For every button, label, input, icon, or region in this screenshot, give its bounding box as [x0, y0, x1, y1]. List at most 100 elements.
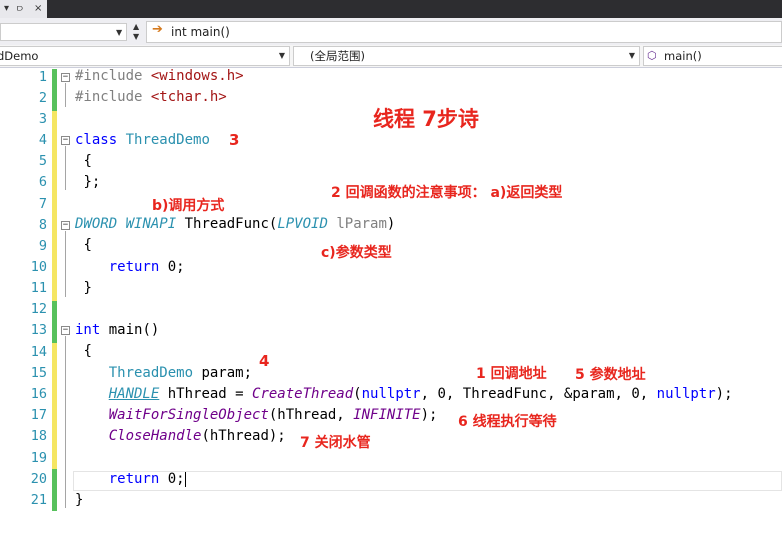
annotation-1: 1 回调地址: [476, 366, 547, 382]
collapse-icon[interactable]: −: [61, 221, 70, 230]
code-line[interactable]: #include <tchar.h>: [75, 89, 227, 105]
fold-guide: [65, 336, 66, 508]
brace: {: [83, 343, 92, 359]
type: HANDLE: [108, 386, 160, 402]
keyword: nullptr: [656, 386, 716, 402]
brace: }: [83, 280, 92, 296]
code-text: );: [420, 407, 438, 423]
brace: }: [75, 492, 84, 508]
code-text: );: [715, 386, 733, 402]
code-line[interactable]: return 0;: [75, 259, 185, 275]
chevron-down-icon[interactable]: ▼: [279, 47, 285, 65]
type: ThreadDemo: [108, 365, 194, 381]
empty-combo[interactable]: [0, 23, 127, 41]
collapse-icon[interactable]: −: [61, 136, 70, 145]
brace: {: [83, 237, 92, 253]
line-number: 11: [30, 280, 47, 296]
line-number: 8: [38, 217, 47, 233]
change-bar: [52, 469, 57, 511]
tab-dropdown-icon[interactable]: ▾: [4, 0, 9, 18]
code-line[interactable]: {: [75, 237, 92, 253]
function-name: ThreadFunc(: [184, 216, 278, 232]
paren: ): [386, 216, 396, 232]
function-name: CreateThread: [252, 386, 354, 402]
code-text: hThread =: [159, 386, 253, 402]
line-number: 15: [30, 365, 47, 381]
annotation-c: c)参数类型: [321, 245, 392, 261]
scope-dropdown[interactable]: (全局范围) ▼: [293, 46, 640, 66]
fold-guide: [65, 146, 66, 190]
code-text: , 0,: [420, 386, 463, 402]
line-number: 1: [38, 69, 47, 85]
code-text: , &param, 0,: [547, 386, 657, 402]
annotation-6: 6 线程执行等待: [458, 414, 557, 430]
change-bar: [52, 111, 57, 301]
spin-down-icon[interactable]: ▼: [133, 32, 139, 41]
class-name: ThreadDemo: [125, 132, 210, 148]
close-icon[interactable]: ×: [34, 0, 42, 18]
arrow-right-icon: ➔: [152, 22, 163, 37]
macro: INFINITE: [353, 407, 421, 423]
code-line[interactable]: class ThreadDemo: [75, 132, 210, 148]
type: WINAPI: [125, 216, 177, 232]
navigate-to-box[interactable]: [146, 21, 782, 43]
function-name: WaitForSingleObject: [108, 407, 269, 423]
function-name: CloseHandle: [108, 428, 202, 444]
spin-up-icon[interactable]: ▲: [133, 22, 139, 31]
code-text: param;: [193, 365, 253, 381]
annotation-5: 5 参数地址: [575, 367, 646, 383]
type: LPVOID: [277, 216, 328, 232]
chevron-down-icon[interactable]: ▼: [116, 28, 122, 37]
code-line[interactable]: };: [75, 174, 100, 190]
code-line[interactable]: {: [75, 153, 92, 169]
code-text: 0;: [159, 259, 185, 275]
include-path: <windows.h>: [150, 68, 244, 84]
code-text: (: [353, 386, 362, 402]
annotation-3: 3: [229, 131, 240, 149]
code-line[interactable]: }: [75, 492, 83, 508]
line-number: 18: [30, 428, 47, 444]
preprocessor: #include: [75, 89, 151, 105]
line-number: 2: [38, 90, 47, 106]
title-bar: [0, 0, 782, 18]
include-path: <tchar.h>: [150, 89, 227, 105]
code-line[interactable]: return 0;: [75, 471, 186, 487]
collapse-icon[interactable]: −: [61, 73, 70, 82]
annotation-b: b)调用方式: [152, 198, 225, 214]
code-line[interactable]: DWORD WINAPI ThreadFunc(LPVOID lParam): [75, 216, 395, 232]
keyword: int: [75, 322, 101, 338]
code-line[interactable]: ThreadDemo param;: [75, 365, 252, 381]
line-number: 6: [38, 174, 47, 190]
code-line[interactable]: HANDLE hThread = CreateThread(nullptr, 0…: [75, 386, 733, 402]
code-line[interactable]: }: [75, 280, 92, 296]
member-dropdown[interactable]: ⬡ main(): [643, 46, 782, 66]
keyword: nullptr: [361, 386, 421, 402]
code-line[interactable]: int main(): [75, 322, 159, 338]
chevron-down-icon[interactable]: ▼: [629, 47, 635, 65]
code-text: 0;: [159, 471, 185, 487]
line-number: 5: [38, 153, 47, 169]
change-bar: [52, 301, 57, 343]
code-line[interactable]: CloseHandle(hThread);: [75, 428, 286, 444]
pin-icon[interactable]: ⫐: [17, 0, 23, 18]
change-bar: [52, 343, 57, 469]
line-number: 16: [30, 386, 47, 402]
line-number: 10: [30, 259, 47, 275]
line-number: 13: [30, 322, 47, 338]
annotation-7: 7 关闭水管: [300, 435, 371, 451]
line-number: 9: [38, 238, 47, 254]
preprocessor: #include: [75, 68, 151, 84]
line-number: 19: [30, 450, 47, 466]
line-number: 20: [30, 471, 47, 487]
code-text: main(): [100, 322, 160, 338]
member-name: main(): [664, 49, 702, 63]
code-line[interactable]: #include <windows.h>: [75, 68, 244, 84]
collapse-icon[interactable]: −: [61, 326, 70, 335]
code-line[interactable]: {: [75, 343, 92, 359]
code-line[interactable]: WaitForSingleObject(hThread, INFINITE);: [75, 407, 438, 423]
brace: {: [83, 153, 92, 169]
cube-icon: ⬡: [647, 49, 657, 62]
type: DWORD: [75, 216, 118, 232]
document-tab[interactable]: ▾ ⫐ ×: [0, 0, 47, 18]
project-dropdown[interactable]: dDemo ▼: [0, 46, 290, 66]
